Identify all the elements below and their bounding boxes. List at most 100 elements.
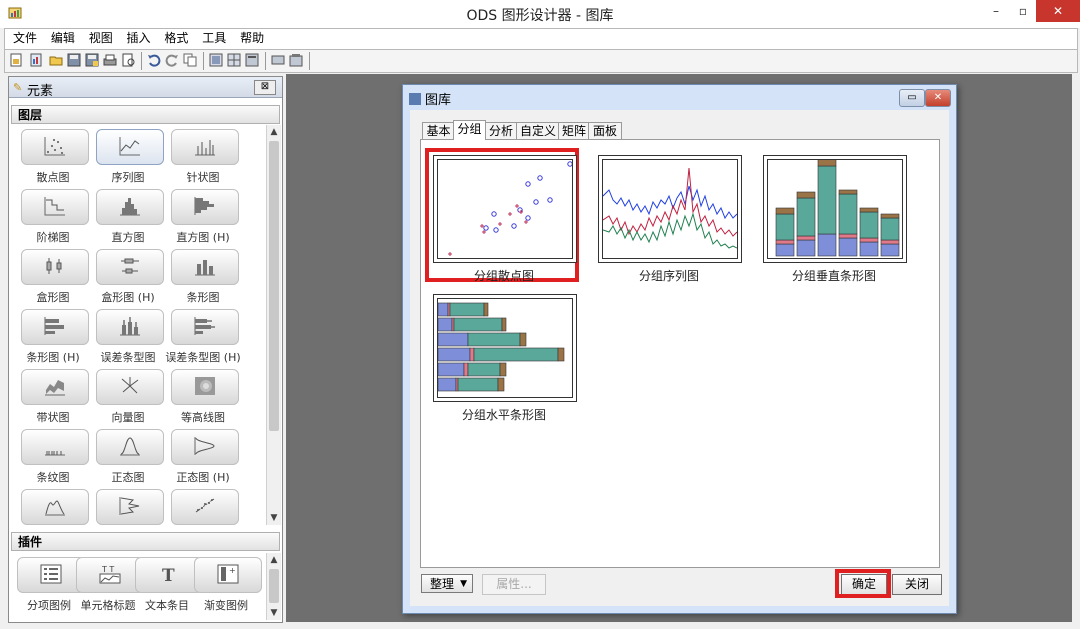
- bar-segment: [457, 377, 499, 392]
- tab-analysis[interactable]: 分析: [484, 122, 518, 139]
- layers-grid: 散点图 序列图 针状图阶梯图 直方图 直方图 (H) 盒形图 盒形图 (H) 条形图条形图 (…: [13, 129, 271, 527]
- thumbnail: [437, 298, 573, 398]
- box-h-icon: [121, 258, 139, 274]
- element-button-face: [96, 189, 164, 225]
- element-label: 向量图: [111, 411, 145, 424]
- maximize-button[interactable]: ▫: [1010, 0, 1036, 22]
- bar-segment: [838, 233, 858, 239]
- series-element-button[interactable]: 序列图: [88, 129, 168, 189]
- needle-element-button[interactable]: 针状图: [163, 129, 243, 189]
- gradient-legend-icon: +: [217, 564, 239, 584]
- save-as-icon[interactable]: [85, 53, 99, 67]
- scroll-down-arrow[interactable]: ▼: [267, 511, 281, 525]
- bar-element-button[interactable]: 条形图: [163, 249, 243, 309]
- tab-custom[interactable]: 自定义: [516, 122, 560, 139]
- thumbnail: [437, 159, 573, 259]
- close-button[interactable]: ✕: [1036, 0, 1080, 22]
- menu-view[interactable]: 视图: [89, 29, 113, 47]
- menu-file[interactable]: 文件: [13, 29, 37, 47]
- density-element-button[interactable]: [13, 489, 93, 527]
- errorbar-h-element-button[interactable]: 误差条型图 (H): [163, 309, 243, 369]
- bar-h-icon: [44, 317, 64, 335]
- elements-icon: ✎: [13, 81, 23, 94]
- fringe-element-button[interactable]: 条纹图: [13, 429, 93, 489]
- title-bar: ODS 图形设计器 - 图库 – ▫ ✕: [0, 0, 1080, 28]
- toolbar: [4, 49, 1078, 73]
- print-icon[interactable]: [103, 53, 117, 67]
- grid-layout-icon[interactable]: [227, 53, 241, 67]
- new-graph-icon[interactable]: [29, 53, 43, 67]
- dialog-minimize-button[interactable]: ▭: [899, 89, 925, 107]
- tab-basic[interactable]: 基本: [422, 122, 455, 139]
- element-label: 直方图: [111, 231, 145, 244]
- panel-close-button[interactable]: ⊠: [254, 80, 276, 95]
- scrollbar-thumb[interactable]: [269, 569, 279, 603]
- minimize-button[interactable]: –: [982, 0, 1010, 22]
- vector-element-button[interactable]: 向量图: [88, 369, 168, 429]
- scrollbar-thumb[interactable]: [269, 141, 279, 431]
- new-icon[interactable]: [9, 53, 23, 67]
- scroll-down-arrow[interactable]: ▼: [267, 606, 281, 620]
- undo-icon[interactable]: [147, 53, 161, 67]
- tab-group[interactable]: 分组: [453, 120, 486, 140]
- plugins-scrollbar[interactable]: ▲ ▼: [266, 553, 281, 620]
- thumbnail: [602, 159, 738, 259]
- print-preview-icon[interactable]: [121, 53, 135, 67]
- menu-insert[interactable]: 插入: [127, 29, 151, 47]
- menu-edit[interactable]: 编辑: [51, 29, 75, 47]
- bar-h-element-button[interactable]: 条形图 (H): [13, 309, 93, 369]
- menu-help[interactable]: 帮助: [240, 29, 264, 47]
- element-button-face: [21, 429, 89, 465]
- errorbar-element-button[interactable]: 误差条型图: [88, 309, 168, 369]
- menu-tools[interactable]: 工具: [202, 29, 226, 47]
- save-icon[interactable]: [67, 53, 81, 67]
- dialog-close-button[interactable]: ✕: [925, 89, 951, 107]
- element-button-face: [171, 429, 239, 465]
- bar-segment: [817, 233, 837, 257]
- svg-text:+: +: [229, 566, 236, 575]
- element-label: 误差条型图 (H): [165, 351, 241, 364]
- tab-matrix[interactable]: 矩阵: [558, 122, 590, 139]
- properties-icon[interactable]: [245, 53, 259, 67]
- normal-element-button[interactable]: 正态图: [88, 429, 168, 489]
- chart-area-icon[interactable]: [289, 53, 303, 67]
- tab-panel[interactable]: 面板: [588, 122, 622, 139]
- gradient-legend-element-button[interactable]: + 渐变图例: [186, 557, 266, 617]
- properties-button[interactable]: 属性...: [482, 574, 546, 595]
- loess-element-button[interactable]: [163, 489, 243, 527]
- bar-segment: [497, 377, 505, 392]
- copy-icon[interactable]: [183, 53, 197, 67]
- box-h-element-button[interactable]: 盒形图 (H): [88, 249, 168, 309]
- errorbar-h-icon: [194, 317, 215, 335]
- menu-format[interactable]: 格式: [164, 29, 188, 47]
- thumbnail-frame: [598, 155, 742, 263]
- bar-segment: [519, 332, 527, 347]
- histogram-element-button[interactable]: 直方图: [88, 189, 168, 249]
- contour-element-button[interactable]: 等高线图: [163, 369, 243, 429]
- histogram-h-element-button[interactable]: 直方图 (H): [163, 189, 243, 249]
- bar-segment: [859, 207, 879, 213]
- layers-scrollbar[interactable]: ▲ ▼: [266, 125, 281, 525]
- element-button-face: [171, 129, 239, 165]
- vector-icon: [121, 377, 139, 394]
- scroll-up-arrow[interactable]: ▲: [267, 125, 281, 139]
- scatter-element-button[interactable]: 散点图: [13, 129, 93, 189]
- align-icon[interactable]: [271, 53, 285, 67]
- elements-panel-header: ✎ 元素 ⊠: [9, 77, 282, 99]
- grouped-series-thumbnail: [603, 167, 737, 249]
- layout-icon[interactable]: [209, 53, 223, 67]
- box-element-button[interactable]: 盒形图: [13, 249, 93, 309]
- open-folder-icon[interactable]: [49, 53, 63, 67]
- histogram-icon: [120, 198, 140, 216]
- element-button-face: [96, 309, 164, 345]
- redo-icon[interactable]: [165, 53, 179, 67]
- layers-section-header: 图层: [11, 105, 280, 124]
- band-element-button[interactable]: 带状图: [13, 369, 93, 429]
- elements-panel: ✎ 元素 ⊠ 图层 散点图 序列图 针状图阶梯图 直方图 直方图 (H) 盒形图 盒形图 (…: [8, 76, 283, 623]
- close-dialog-button[interactable]: 关闭: [892, 574, 942, 595]
- scroll-up-arrow[interactable]: ▲: [267, 553, 281, 567]
- normal-h-element-button[interactable]: 正态图 (H): [163, 429, 243, 489]
- organize-button[interactable]: 整理 ▼: [421, 574, 473, 593]
- density-h-element-button[interactable]: [88, 489, 168, 527]
- step-element-button[interactable]: 阶梯图: [13, 189, 93, 249]
